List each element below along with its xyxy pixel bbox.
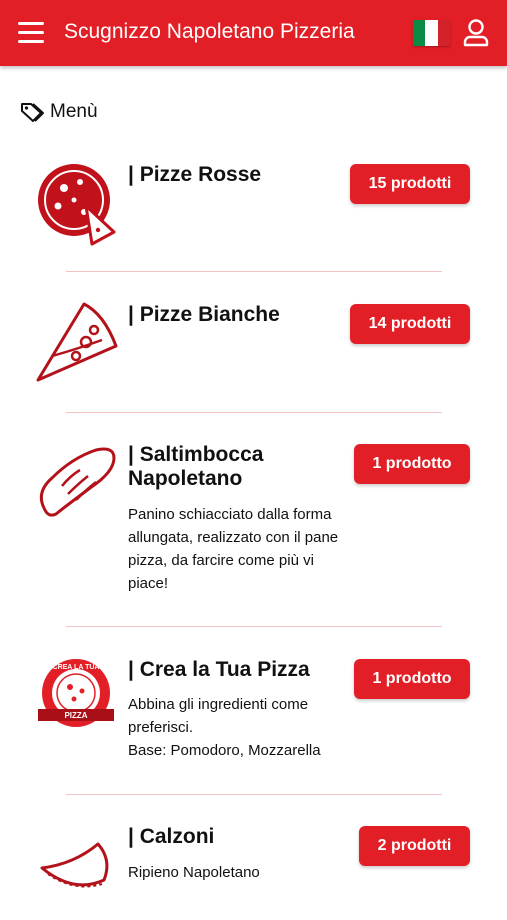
logo-text-bottom: PIZZA — [64, 711, 87, 720]
category-name: | Pizze Bianche — [128, 303, 280, 326]
product-count-badge[interactable]: 15 prodotti — [350, 164, 470, 204]
description-line: Abbina gli ingredienti come preferisci. — [128, 696, 309, 736]
tag-icon — [21, 103, 44, 122]
category-description: Panino schiacciato dalla forma allungata… — [128, 506, 339, 592]
logo-text-top: CREA LA TUA — [53, 664, 100, 671]
product-count-badge[interactable]: 14 prodotti — [350, 304, 470, 344]
product-count-badge[interactable]: 1 prodotto — [354, 444, 470, 484]
calzone-icon — [40, 842, 109, 888]
pizza-icon — [38, 164, 116, 246]
pizza-slice-icon — [36, 302, 118, 382]
category-name: | Pizze Rosse — [128, 163, 262, 186]
category-name: | Saltimbocca Napoletano — [128, 443, 264, 490]
italy-flag-icon[interactable] — [413, 20, 450, 46]
category-name: | Calzoni — [128, 825, 215, 848]
divider — [66, 412, 442, 413]
app-title: Scugnizzo Napoletano Pizzeria — [64, 20, 355, 43]
crea-la-tua-pizza-logo: CREA LA TUA PIZZA — [38, 659, 114, 727]
divider — [66, 271, 442, 272]
bread-icon — [39, 447, 116, 517]
divider — [66, 794, 442, 795]
divider — [66, 626, 442, 627]
category-name: | Crea la Tua Pizza — [128, 658, 310, 681]
product-count-badge[interactable]: 2 prodotti — [359, 826, 470, 866]
description-line: Base: Pomodoro, Mozzarella — [128, 742, 321, 759]
top-app-bar: Scugnizzo Napoletano Pizzeria — [0, 0, 507, 66]
menu-section-title: Menù — [20, 100, 98, 124]
user-icon[interactable] — [462, 18, 490, 48]
section-title-text: Menù — [50, 101, 98, 122]
category-description: Ripieno Napoletano — [128, 864, 260, 881]
hamburger-icon[interactable] — [18, 22, 44, 44]
category-description: Abbina gli ingredienti come preferisci. … — [128, 693, 353, 762]
product-count-badge[interactable]: 1 prodotto — [354, 659, 470, 699]
